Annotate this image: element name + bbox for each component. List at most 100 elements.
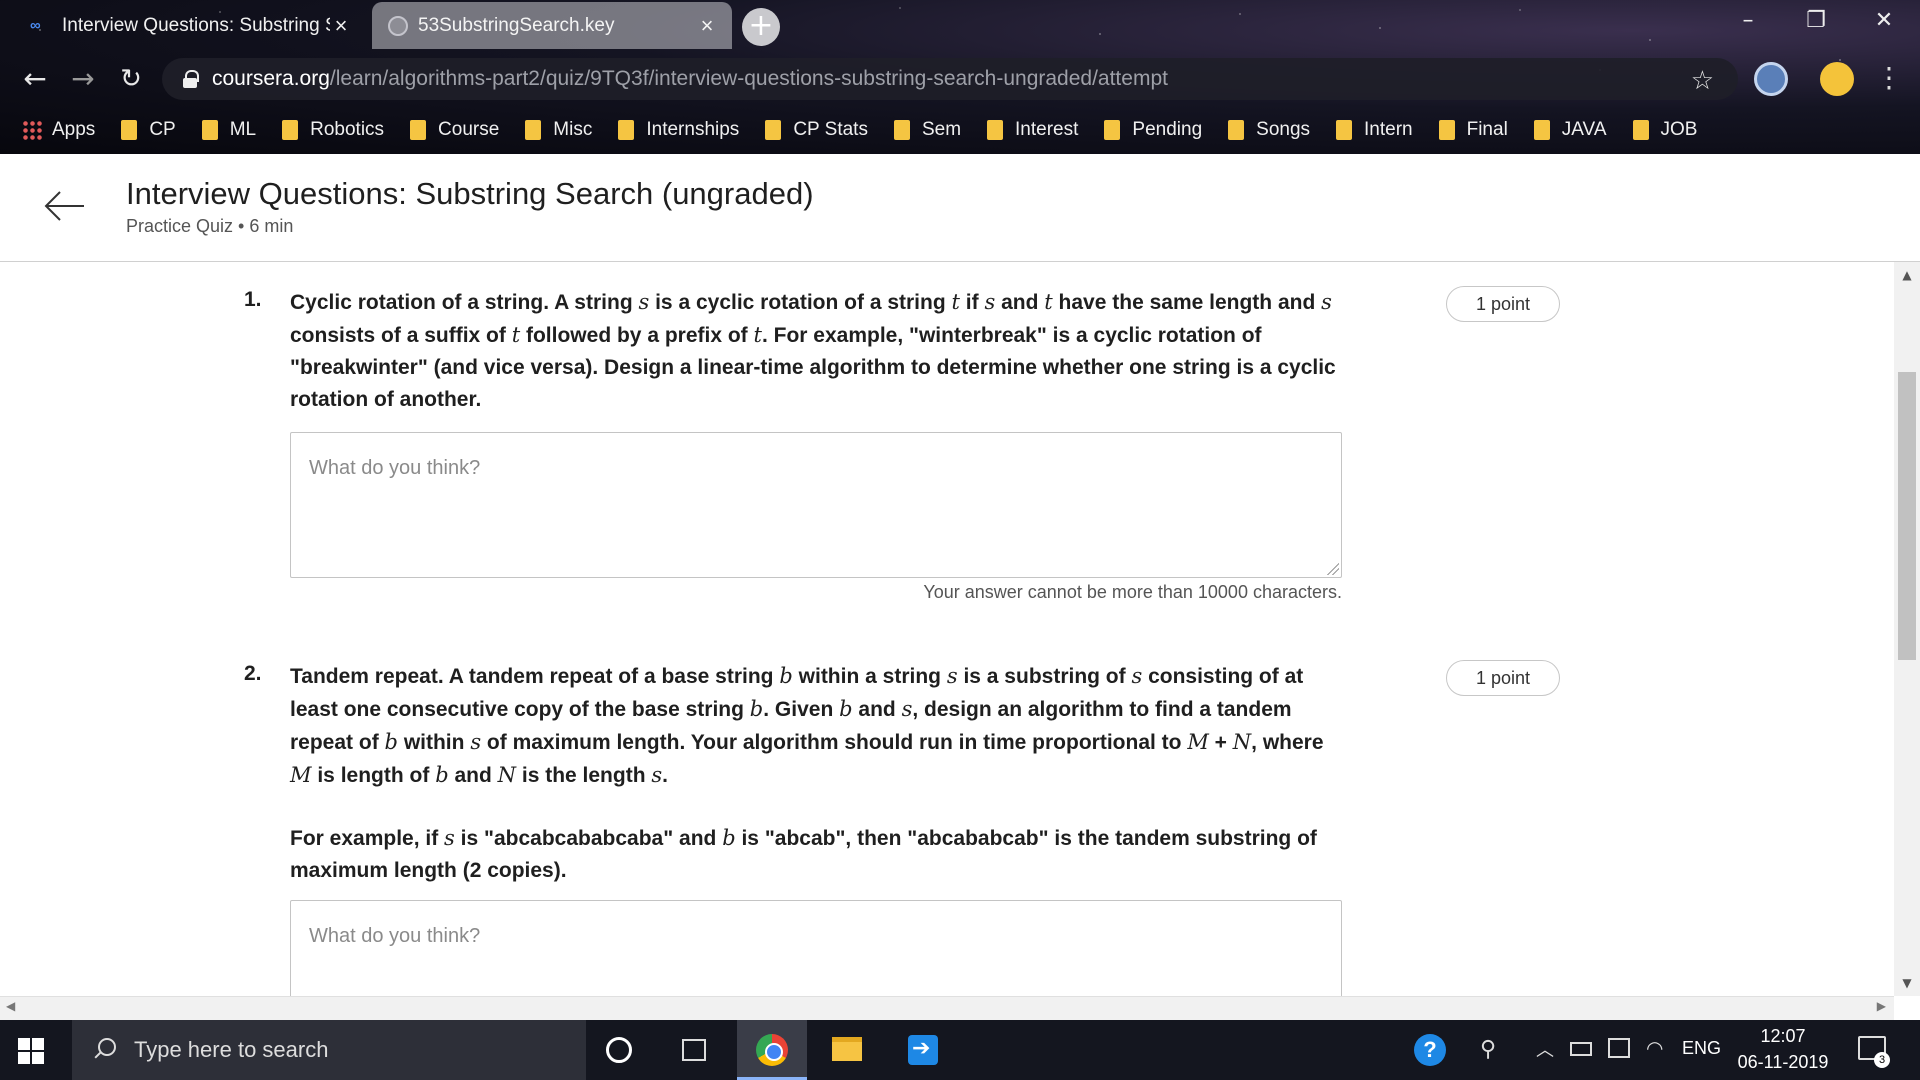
bookmark-intern[interactable]: Intern [1336, 119, 1413, 141]
chevron-up-icon[interactable]: ︿ [1536, 1036, 1554, 1062]
bookmark-cp-stats[interactable]: CP Stats [765, 119, 868, 141]
tab-title: Interview Questions: Substring Se [62, 14, 330, 36]
address-bar[interactable]: coursera.org /learn/algorithms-part2/qui… [162, 58, 1738, 100]
scroll-up-icon[interactable]: ▲ [1894, 268, 1920, 282]
resize-handle-icon[interactable] [1327, 563, 1339, 575]
bookmark-label: Intern [1364, 119, 1413, 140]
cortana-icon[interactable] [606, 1037, 632, 1063]
folder-icon [765, 120, 782, 140]
network-icon[interactable] [1608, 1038, 1630, 1058]
extension-icon[interactable] [1754, 62, 1788, 96]
bookmark-pending[interactable]: Pending [1104, 119, 1202, 141]
scroll-left-icon[interactable]: ◀ [6, 999, 15, 1013]
bookmark-label: Course [438, 119, 500, 140]
bookmark-course[interactable]: Course [410, 119, 499, 141]
minimize-button[interactable]: – [1720, 0, 1776, 42]
bookmark-label: Sem [921, 119, 962, 140]
bookmark-label: ML [229, 119, 257, 140]
bookmark-ml[interactable]: ML [201, 119, 257, 141]
tab-coursera-quiz[interactable]: ∞ Interview Questions: Substring Se × [14, 2, 366, 49]
task-view-icon[interactable] [682, 1039, 706, 1061]
taskbar-search-box[interactable]: Type here to search [72, 1020, 586, 1080]
bookmark-final[interactable]: Final [1438, 119, 1508, 141]
folder-icon [1632, 120, 1649, 140]
bookmark-label: Songs [1256, 119, 1311, 140]
back-button[interactable]: ← [16, 60, 54, 98]
bookmark-label: Interest [1015, 119, 1079, 140]
folder-icon [832, 1037, 862, 1061]
answer-textarea[interactable]: What do you think? [290, 432, 1342, 578]
clock-date[interactable]: 06-11-2019 [1734, 1052, 1832, 1073]
notification-count-badge: 3 [1874, 1052, 1890, 1068]
taskbar-file-explorer-app[interactable] [812, 1020, 882, 1080]
tab-title: 53SubstringSearch.key [418, 14, 615, 36]
quiz-content: 1. Cyclic rotation of a string. A string… [0, 262, 1894, 996]
bookmark-apps[interactable]: Apps [22, 119, 95, 141]
bookmark-sem[interactable]: Sem [893, 119, 962, 141]
folder-icon [121, 120, 138, 140]
bookmark-label: Final [1466, 119, 1508, 140]
browser-menu-icon[interactable]: ⋮ [1874, 60, 1904, 98]
battery-icon[interactable] [1570, 1042, 1592, 1056]
forward-button[interactable]: → [64, 60, 102, 98]
bookmark-java[interactable]: JAVA [1533, 119, 1607, 141]
bookmark-job[interactable]: JOB [1632, 119, 1697, 141]
bookmark-interest[interactable]: Interest [987, 119, 1078, 141]
folder-icon [618, 120, 635, 140]
points-badge: 1 point [1446, 660, 1560, 696]
people-icon[interactable]: ⚲ [1480, 1036, 1496, 1062]
bookmarks-bar: Apps CP ML Robotics Course Misc Internsh… [0, 110, 1920, 150]
bookmark-label: Misc [553, 119, 593, 140]
answer-textarea[interactable]: What do you think? [290, 900, 1342, 996]
bookmark-label: Apps [52, 119, 96, 140]
bookmark-songs[interactable]: Songs [1228, 119, 1310, 141]
bookmark-robotics[interactable]: Robotics [282, 119, 384, 141]
scroll-right-icon[interactable]: ▶ [1877, 999, 1886, 1013]
quiz-header: Interview Questions: Substring Search (u… [0, 154, 1920, 262]
folder-icon [201, 120, 218, 140]
bookmark-misc[interactable]: Misc [525, 119, 592, 141]
page-title: Interview Questions: Substring Search (u… [126, 176, 814, 211]
new-tab-button[interactable]: + [742, 8, 780, 46]
emoji-extension-icon[interactable] [1820, 62, 1854, 96]
windows-taskbar: Type here to search ? ⚲ ︿ ◠ ENG 12:07 06… [0, 1020, 1920, 1080]
folder-icon [893, 120, 910, 140]
taskbar-chrome-app[interactable] [737, 1020, 807, 1080]
answer-placeholder: What do you think? [309, 457, 481, 479]
folder-icon [525, 120, 542, 140]
vertical-scrollbar[interactable]: ▲ ▼ [1894, 262, 1920, 996]
browser-chrome: ∞ Interview Questions: Substring Se × 53… [0, 0, 1920, 154]
search-icon [92, 1038, 116, 1062]
folder-icon [987, 120, 1004, 140]
question-number: 2. [244, 662, 262, 685]
help-icon[interactable]: ? [1414, 1034, 1446, 1066]
folder-icon [1228, 120, 1245, 140]
restore-button[interactable]: ❐ [1788, 0, 1844, 42]
window-close-button[interactable]: ✕ [1856, 0, 1912, 42]
scroll-down-icon[interactable]: ▼ [1894, 976, 1920, 990]
windows-start-icon[interactable] [18, 1038, 44, 1064]
folder-icon [1533, 120, 1550, 140]
close-icon[interactable]: × [696, 14, 718, 37]
bookmark-internships[interactable]: Internships [618, 119, 739, 141]
tab-keynote[interactable]: 53SubstringSearch.key × [372, 2, 732, 49]
back-arrow-icon[interactable] [42, 184, 86, 228]
horizontal-scrollbar[interactable]: ◀ ▶ [0, 996, 1894, 1020]
close-icon[interactable]: × [330, 14, 352, 37]
bookmark-label: Pending [1132, 119, 1203, 140]
wifi-icon[interactable]: ◠ [1646, 1036, 1663, 1061]
keynote-icon [388, 15, 408, 36]
reload-button[interactable]: ↻ [112, 60, 150, 98]
url-path: /learn/algorithms-part2/quiz/9TQ3f/inter… [329, 67, 1168, 90]
clock-time[interactable]: 12:07 [1734, 1026, 1832, 1047]
language-indicator[interactable]: ENG [1682, 1038, 1721, 1059]
character-limit-note: Your answer cannot be more than 10000 ch… [923, 582, 1342, 602]
bookmark-star-icon[interactable]: ☆ [1691, 65, 1714, 96]
url-domain: coursera.org [212, 67, 330, 90]
folder-icon [282, 120, 299, 140]
bookmark-cp[interactable]: CP [121, 119, 176, 141]
taskbar-app[interactable] [888, 1020, 958, 1080]
folder-icon [410, 120, 427, 140]
scroll-thumb[interactable] [1898, 372, 1916, 660]
bookmark-label: CP Stats [793, 119, 868, 140]
